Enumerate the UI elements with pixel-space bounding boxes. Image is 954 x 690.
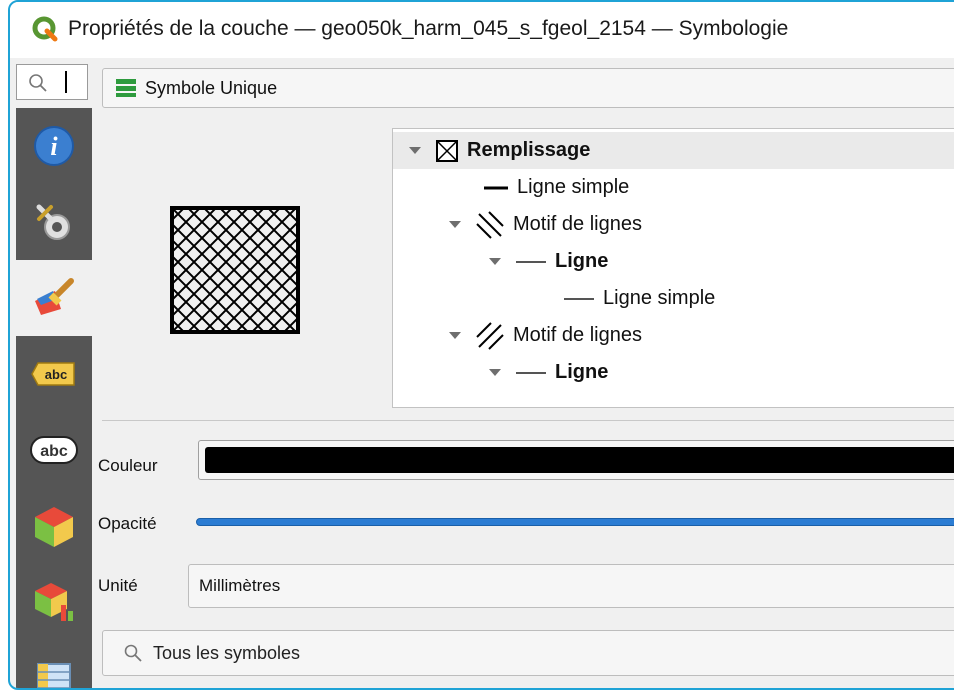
fill-cross-icon [436,139,458,162]
sidebar-item-symbology[interactable] [16,260,92,336]
collapse-arrow-icon[interactable] [449,221,461,228]
unit-value: Millimètres [199,576,281,595]
tree-item-label: Ligne [555,250,609,272]
color-picker-button[interactable] [198,440,954,480]
tree-item-label: Ligne [555,361,609,383]
tree-item-label: Ligne simple [603,287,716,309]
line-icon [516,371,546,374]
qgis-logo-icon [32,16,58,42]
source-settings-icon [36,204,70,240]
unit-dropdown[interactable]: Millimètres [188,564,954,608]
line-pattern-forward-icon [476,321,504,350]
tree-item-fill[interactable]: Remplissage [393,132,954,169]
opacity-label: Opacité [98,514,157,533]
sidebar-item-fields[interactable] [16,640,92,688]
sidebar-item-3d-view[interactable] [16,488,92,564]
svg-text:i: i [50,132,58,161]
labels-icon: abc [31,362,75,386]
tree-item-line[interactable]: Ligne [393,354,954,391]
symbology-panel: Symbole Unique Remplissage Ligne simple … [92,58,954,688]
title-bar: Propriétés de la couche — geo050k_harm_0… [10,2,954,58]
tree-item-label: Motif de lignes [513,213,642,235]
sidebar-item-masks[interactable]: abc [16,412,92,488]
tree-item-simple-line[interactable]: Ligne simple [393,280,954,317]
line-pattern-back-icon [476,210,504,239]
tree-item-line-pattern[interactable]: Motif de lignes [393,206,954,243]
symbols-filter-text: Tous les symboles [153,642,301,663]
symbol-layer-tree[interactable]: Remplissage Ligne simple Motif de lignes [392,128,954,408]
collapse-arrow-icon[interactable] [489,258,501,265]
svg-text:abc: abc [40,443,68,460]
symbol-library-search[interactable]: Tous les symboles [102,630,954,676]
single-symbol-icon [116,79,136,97]
collapse-arrow-icon[interactable] [489,369,501,376]
renderer-type-dropdown[interactable]: Symbole Unique [102,68,954,108]
tree-item-label: Ligne simple [517,176,630,198]
mask-labels-icon: abc [30,436,78,464]
collapse-arrow-icon[interactable] [449,332,461,339]
opacity-slider[interactable] [196,518,954,526]
line-thick-icon [484,186,508,189]
collapse-arrow-icon[interactable] [409,147,421,154]
sidebar-item-source[interactable] [16,184,92,260]
color-label: Couleur [98,456,158,475]
search-icon [29,74,47,92]
tree-item-label: Motif de lignes [513,324,642,346]
window-title: Propriétés de la couche — geo050k_harm_0… [68,17,789,40]
tree-item-line[interactable]: Ligne [393,243,954,280]
line-icon [516,260,546,263]
sidebar-item-information[interactable]: i [16,108,92,184]
renderer-type-label: Symbole Unique [145,77,278,98]
sidebar-item-labels[interactable]: abc [16,336,92,412]
section-divider [102,420,954,421]
info-icon: i [34,126,74,166]
sidebar-item-diagrams[interactable] [16,564,92,640]
diagrams-icon [35,583,73,621]
svg-text:abc: abc [45,367,67,382]
symbology-brush-icon [35,278,74,315]
sidebar: i abc abc [16,108,92,688]
unit-label: Unité [98,576,138,595]
color-swatch [205,447,954,473]
tree-item-label: Remplissage [467,139,591,161]
symbol-preview [170,206,300,334]
search-icon [124,644,142,662]
3d-view-icon [35,507,73,547]
tree-item-line-pattern[interactable]: Motif de lignes [393,317,954,354]
line-icon [564,297,594,300]
layer-properties-window: Propriétés de la couche — geo050k_harm_0… [8,0,954,690]
tree-item-simple-line[interactable]: Ligne simple [393,169,954,206]
fields-icon [37,663,71,688]
text-caret [65,71,67,93]
search-input[interactable] [16,64,88,100]
